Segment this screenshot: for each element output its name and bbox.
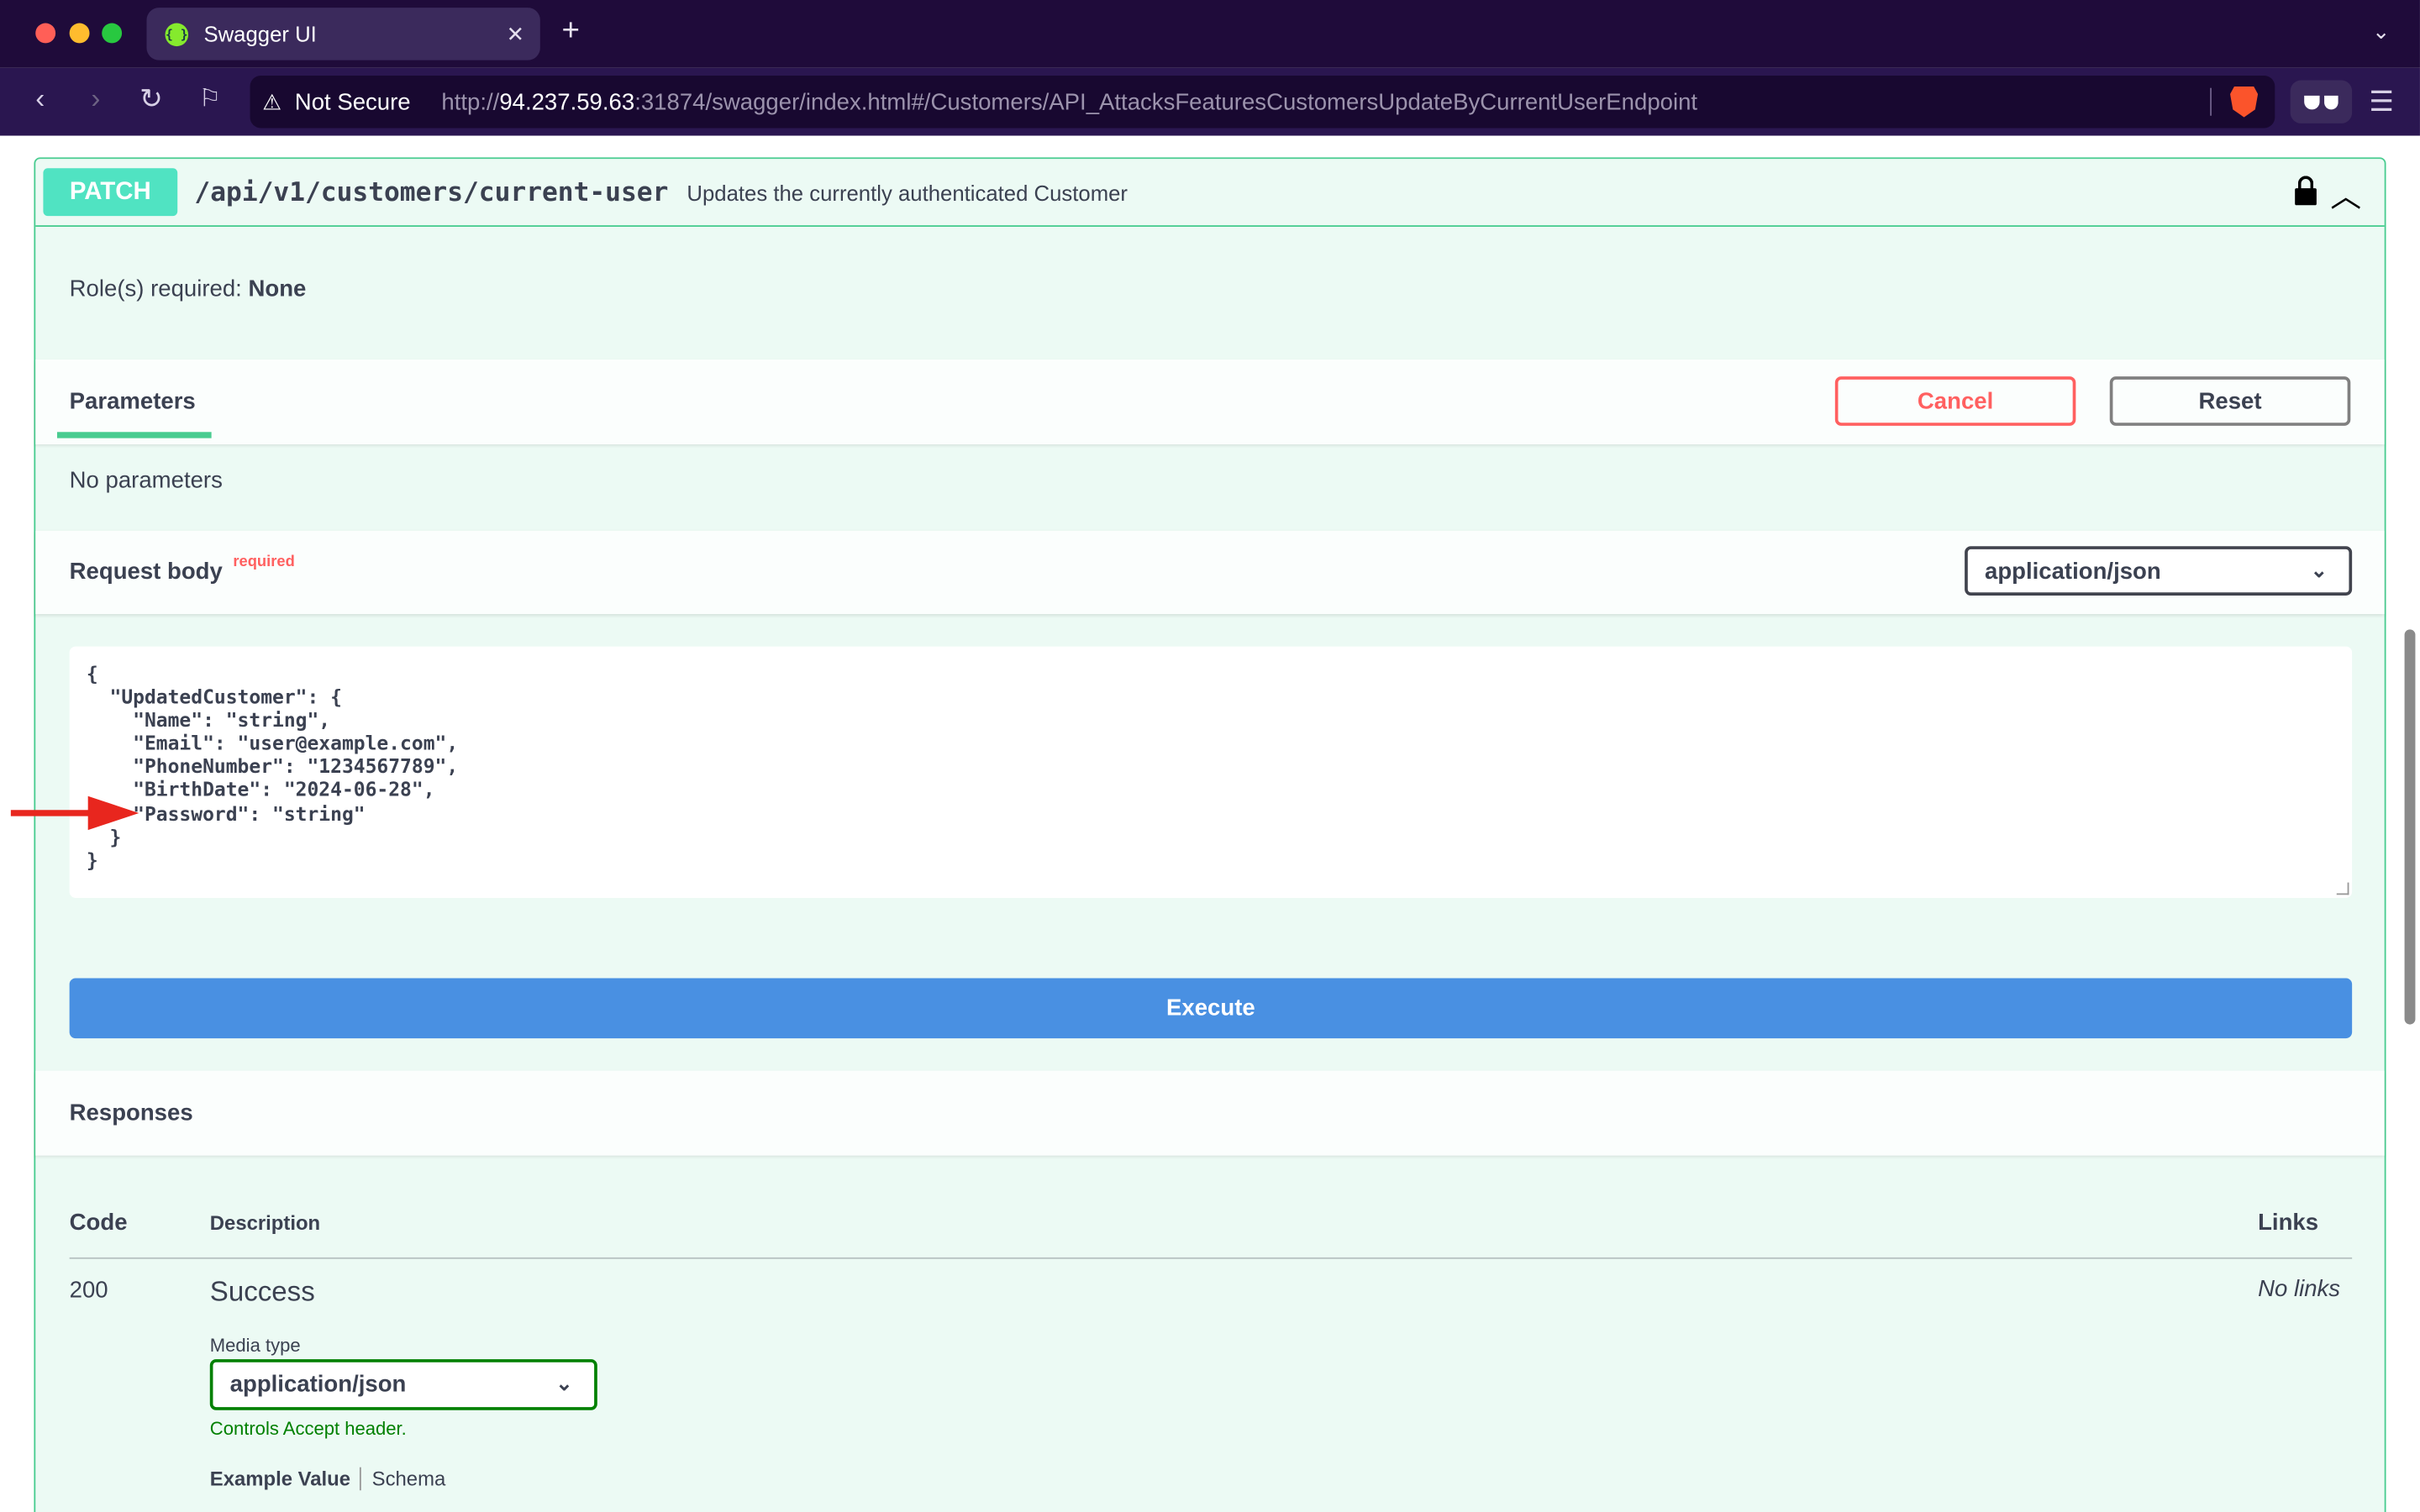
media-type-select[interactable]: application/json ⌄ (209, 1359, 597, 1410)
page-scrollbar[interactable] (2404, 629, 2416, 1025)
request-body-title: Request body (69, 558, 223, 585)
url-path: :31874/swagger/index.html#/Customers/API… (634, 88, 1698, 115)
content-type-select[interactable]: application/json ⌄ (1965, 546, 2353, 596)
reload-icon[interactable]: ↻ (133, 83, 170, 116)
url-divider (2210, 87, 2212, 116)
glasses-icon (2304, 94, 2338, 109)
new-tab-button[interactable]: + (562, 14, 580, 50)
tab-parameters[interactable]: Parameters (70, 389, 196, 415)
active-tab-underline (56, 432, 212, 438)
operation-summary[interactable]: PATCH /api/v1/customers/current-user Upd… (35, 159, 2385, 227)
private-window-button[interactable] (2290, 80, 2353, 123)
request-body-header: Request body required application/json ⌄ (35, 530, 2385, 615)
maximize-window-button[interactable] (102, 23, 123, 44)
controls-accept-note: Controls Accept header. (209, 1417, 407, 1440)
response-description: Success (209, 1275, 315, 1307)
roles-value: None (248, 276, 307, 302)
url-text: http://94.237.59.63:31874/swagger/index.… (441, 89, 1697, 115)
address-bar[interactable]: ⚠ Not Secure http://94.237.59.63:31874/s… (250, 75, 2275, 129)
responses-header: Responses (35, 1070, 2385, 1156)
chevron-down-icon: ⌄ (555, 1371, 573, 1395)
menu-icon[interactable]: ☰ (2369, 87, 2394, 119)
column-description: Description (209, 1210, 321, 1235)
roles-required: Role(s) required: None (70, 276, 307, 302)
request-body-editor[interactable]: { "UpdatedCustomer": { "Name": "string",… (69, 646, 2353, 898)
tab-list-chevron-icon[interactable]: ⌄ (2372, 18, 2391, 45)
tab-separator (359, 1467, 361, 1491)
back-arrow-icon[interactable]: ‹ (22, 83, 59, 116)
responses-title: Responses (69, 1100, 193, 1126)
swagger-content: PATCH /api/v1/customers/current-user Upd… (0, 135, 2420, 1512)
chevron-up-icon[interactable]: ︿ (2330, 171, 2361, 216)
operation-path: /api/v1/customers/current-user (194, 176, 669, 208)
roles-label: Role(s) required: (69, 276, 242, 302)
media-type-label: Media type (209, 1334, 301, 1357)
operation-block-patch: PATCH /api/v1/customers/current-user Upd… (10, 157, 2386, 1512)
security-label: Not Secure (294, 88, 411, 115)
lock-icon[interactable] (2293, 176, 2317, 207)
browser-tab[interactable]: { } Swagger UI ✕ (146, 8, 540, 60)
forward-arrow-icon[interactable]: › (77, 83, 114, 116)
required-label: required (233, 554, 295, 571)
screen: { } Swagger UI ✕ + ⌄ ‹ › ↻ ⚐ ⚠ Not Secur… (0, 0, 2420, 1512)
media-type-value: application/json (229, 1371, 407, 1399)
method-badge: PATCH (43, 168, 178, 217)
bookmark-icon[interactable]: ⚐ (192, 83, 229, 114)
column-links: Links (2258, 1209, 2319, 1236)
warning-triangle-icon: ⚠ (262, 88, 282, 113)
response-links: No links (2258, 1275, 2341, 1303)
tab-schema[interactable]: Schema (372, 1467, 446, 1491)
tab-close-icon[interactable]: ✕ (494, 21, 537, 47)
responses-divider (69, 1257, 2353, 1259)
content-type-value: application/json (1984, 557, 2161, 585)
chevron-down-icon: ⌄ (2310, 558, 2328, 582)
browser-toolbar: ‹ › ↻ ⚐ ⚠ Not Secure http://94.237.59.63… (0, 67, 2420, 136)
url-scheme: http:// (441, 88, 500, 115)
parameters-header: Parameters Cancel Reset (35, 359, 2385, 444)
browser-tab-bar: { } Swagger UI ✕ + ⌄ (0, 0, 2420, 68)
resize-handle[interactable] (2336, 882, 2349, 895)
operation-description: Updates the currently authenticated Cust… (687, 179, 1128, 205)
request-body-json[interactable]: { "UpdatedCustomer": { "Name": "string",… (87, 662, 458, 872)
minimize-window-button[interactable] (69, 23, 90, 44)
reset-button[interactable]: Reset (2109, 376, 2351, 426)
cancel-button[interactable]: Cancel (1834, 376, 2076, 426)
no-parameters-text: No parameters (69, 467, 223, 494)
response-code: 200 (69, 1277, 108, 1305)
close-window-button[interactable] (35, 23, 56, 44)
execute-button[interactable]: Execute (69, 978, 2353, 1039)
tab-example-value[interactable]: Example Value (210, 1467, 350, 1491)
swagger-favicon-icon: { } (165, 22, 189, 46)
brave-shields-icon[interactable] (2230, 86, 2259, 118)
tab-title: Swagger UI (203, 21, 317, 47)
column-code: Code (69, 1209, 128, 1236)
red-annotation-arrow (10, 795, 139, 831)
url-host: 94.237.59.63 (499, 88, 635, 115)
